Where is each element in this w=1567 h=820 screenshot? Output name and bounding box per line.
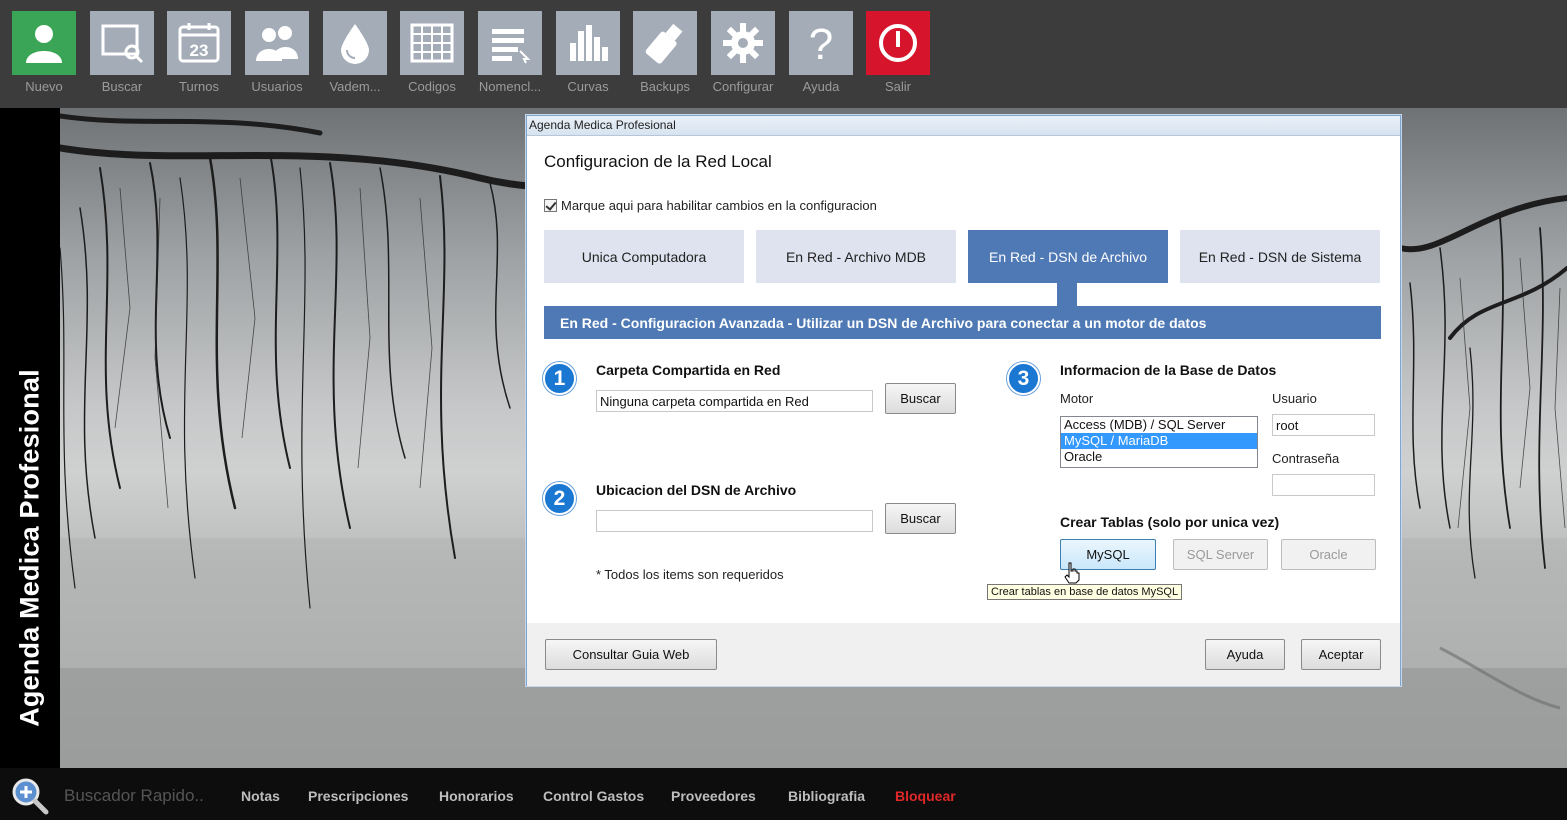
hand-cursor-icon <box>1064 562 1080 584</box>
checkbox-checked-icon[interactable] <box>544 199 557 212</box>
backups-button[interactable]: Backups <box>633 11 697 95</box>
engine-option-mysql[interactable]: MySQL / MariaDB <box>1061 433 1257 449</box>
main-toolbar: Nuevo Buscar 23 Turnos Usuarios Vadem...… <box>0 0 1567 108</box>
usb-drive-icon <box>645 23 683 64</box>
config-banner: En Red - Configuracion Avanzada - Utiliz… <box>544 306 1381 339</box>
required-note: * Todos los items son requeridos <box>596 567 784 582</box>
web-guide-button[interactable]: Consultar Guia Web <box>545 639 717 670</box>
help-button[interactable]: Ayuda <box>1205 639 1285 670</box>
bar-chart-icon <box>570 25 608 61</box>
curvas-button[interactable]: Curvas <box>556 11 620 95</box>
mysql-tooltip: Crear tablas en base de datos MySQL <box>987 584 1183 600</box>
engine-label: Motor <box>1060 391 1094 406</box>
usuarios-button[interactable]: Usuarios <box>245 11 309 95</box>
password-field[interactable] <box>1272 474 1375 496</box>
engine-listbox[interactable]: Access (MDB) / SQL Server MySQL / MariaD… <box>1060 416 1258 468</box>
link-prescripciones[interactable]: Prescripciones <box>308 788 408 804</box>
drop-icon <box>341 24 369 64</box>
calendar-day: 23 <box>190 41 209 60</box>
link-bibliografia[interactable]: Bibliografia <box>788 788 865 804</box>
list-icon <box>492 29 531 64</box>
network-config-dialog: Agenda Medica Profesional Configuracion … <box>526 115 1401 686</box>
nomenclador-button[interactable]: Nomencl... <box>478 11 542 95</box>
link-bloquear[interactable]: Bloquear <box>895 788 956 804</box>
dialog-heading: Configuracion de la Red Local <box>544 152 772 171</box>
enable-changes-label: Marque aqui para habilitar cambios en la… <box>561 198 877 213</box>
turnos-button[interactable]: 23 Turnos <box>167 11 231 95</box>
configurar-button[interactable]: Configurar <box>711 11 775 95</box>
users-icon <box>256 26 298 61</box>
tab-red-dsn-archivo[interactable]: En Red - DSN de Archivo <box>968 230 1168 283</box>
create-tables-title: Crear Tablas (solo por unica vez) <box>1060 514 1280 530</box>
link-proveedores[interactable]: Proveedores <box>671 788 756 804</box>
salir-button[interactable]: Salir <box>866 11 930 95</box>
link-notas[interactable]: Notas <box>241 788 280 804</box>
link-honorarios[interactable]: Honorarios <box>439 788 514 804</box>
quick-search-input[interactable]: Buscador Rapido.. <box>64 786 204 806</box>
calendar-icon: 23 <box>178 23 220 63</box>
codigos-button[interactable]: Codigos <box>400 11 464 95</box>
app-vertical-title: Agenda Medica Profesional <box>14 369 45 727</box>
tab-unica-computadora[interactable]: Unica Computadora <box>544 230 744 283</box>
nuevo-button[interactable]: Nuevo <box>12 11 76 95</box>
search-window-icon <box>101 24 144 64</box>
quick-search-icon[interactable] <box>10 776 50 816</box>
step-1-title: Carpeta Compartida en Red <box>596 362 781 378</box>
user-label: Usuario <box>1272 391 1317 406</box>
create-oracle-button[interactable]: Oracle <box>1281 539 1376 570</box>
tab-red-archivo-mdb[interactable]: En Red - Archivo MDB <box>756 230 956 283</box>
user-field[interactable]: root <box>1272 414 1375 436</box>
engine-option-oracle[interactable]: Oracle <box>1061 449 1257 465</box>
step-2-title: Ubicacion del DSN de Archivo <box>596 482 797 498</box>
power-icon <box>879 24 917 62</box>
accept-button[interactable]: Aceptar <box>1301 639 1381 670</box>
link-control-gastos[interactable]: Control Gastos <box>543 788 644 804</box>
enable-changes-checkbox[interactable]: Marque aqui para habilitar cambios en la… <box>544 198 877 213</box>
buscar-button[interactable]: Buscar <box>90 11 154 95</box>
dialog-footer: Consultar Guia Web Ayuda Aceptar <box>527 623 1400 686</box>
bottom-bar: Buscador Rapido.. Notas Prescripciones H… <box>0 768 1567 820</box>
gear-icon <box>723 23 763 63</box>
browse-shared-folder-button[interactable]: Buscar <box>885 383 956 414</box>
step-3-title: Informacion de la Base de Datos <box>1060 362 1277 378</box>
shared-folder-field[interactable]: Ninguna carpeta compartida en Red <box>596 390 873 412</box>
user-plus-icon <box>26 25 62 63</box>
tab-red-dsn-sistema[interactable]: En Red - DSN de Sistema <box>1180 230 1380 283</box>
dsn-location-field[interactable] <box>596 510 873 532</box>
svg-text:?: ? <box>809 21 833 65</box>
question-icon: ? <box>809 21 833 65</box>
browse-dsn-button[interactable]: Buscar <box>885 503 956 534</box>
step-2-badge: 2 <box>543 482 576 515</box>
ayuda-toolbar-button[interactable]: ? Ayuda <box>789 11 853 95</box>
create-sqlserver-button[interactable]: SQL Server <box>1173 539 1268 570</box>
step-1-badge: 1 <box>543 362 576 395</box>
vademecum-button[interactable]: Vadem... <box>323 11 387 95</box>
dialog-titlebar: Agenda Medica Profesional <box>527 116 1400 136</box>
left-sidebar: Agenda Medica Profesional <box>0 108 60 768</box>
password-label: Contraseña <box>1272 451 1340 466</box>
grid-icon <box>410 23 454 63</box>
step-3-badge: 3 <box>1007 362 1040 395</box>
active-tab-pointer <box>1057 283 1077 306</box>
engine-option-access[interactable]: Access (MDB) / SQL Server <box>1061 417 1257 433</box>
